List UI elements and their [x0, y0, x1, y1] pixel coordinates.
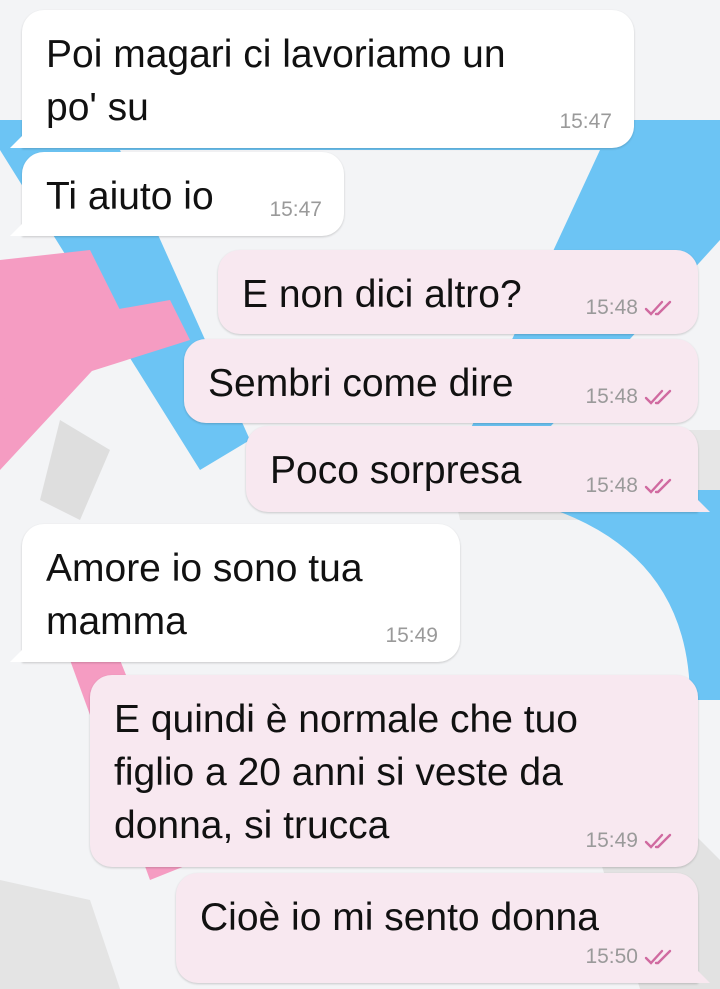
message-outgoing: Sembri come dire 15:48 — [184, 339, 698, 423]
message-text: Poi magari ci lavoriamo un po' su — [46, 33, 506, 129]
message-text: Amore io sono tua mamma — [46, 547, 363, 643]
message-time: 15:49 — [585, 829, 638, 852]
double-check-icon — [644, 478, 672, 494]
message-outgoing: Cioè io mi sento donna 15:50 — [176, 873, 710, 983]
message-outgoing: Poco sorpresa 15:48 — [246, 426, 710, 512]
message-time: 15:48 — [585, 385, 638, 408]
message-outgoing: E quindi è normale che tuo figlio a 20 a… — [90, 675, 698, 867]
message-incoming: Poi magari ci lavoriamo un po' su 15:47 — [10, 10, 634, 148]
message-text: Cioè io mi sento donna — [200, 896, 599, 939]
message-time: 15:50 — [585, 945, 638, 968]
double-check-icon — [644, 833, 672, 849]
message-outgoing: E non dici altro? 15:48 — [218, 250, 698, 334]
message-time: 15:47 — [559, 110, 612, 133]
message-incoming: Amore io sono tua mamma 15:49 — [10, 524, 460, 662]
message-time: 15:49 — [385, 624, 438, 647]
message-time: 15:48 — [585, 296, 638, 319]
double-check-icon — [644, 389, 672, 405]
message-time: 15:48 — [585, 474, 638, 497]
double-check-icon — [644, 300, 672, 316]
message-incoming: Ti aiuto io 15:47 — [10, 152, 344, 236]
message-time: 15:47 — [269, 198, 322, 221]
double-check-icon — [644, 949, 672, 965]
